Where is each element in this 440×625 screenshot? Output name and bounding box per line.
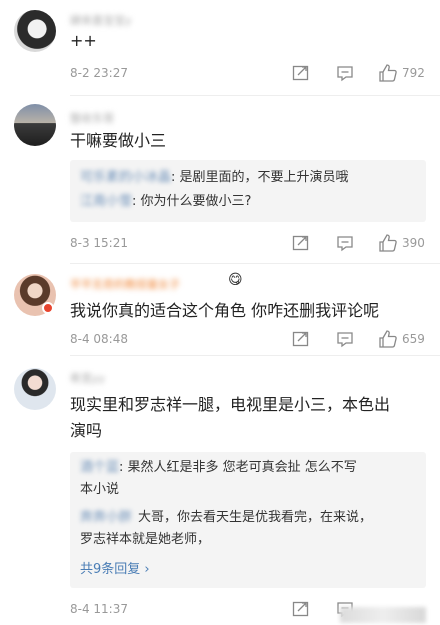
reply-box: 酒个蓝: 果然人红是非多 您老可真会扯 怎么不写 本小说 奔奔小胖 大哥，你去看天… — [70, 452, 426, 588]
reply-author[interactable]: 酒个蓝 — [80, 460, 119, 475]
reply-box: 可乐素的小冰晶: 是剧里面的，不要上升演员哦 江南小雪: 你为什么要做小三? — [70, 160, 426, 222]
reply-text: 大哥，你去看天生是优我看完，在来说， — [138, 510, 373, 525]
comment-1: 肆来喜宝宝y ++ 8-2 23:27 792 — [0, 0, 440, 95]
share-icon — [292, 235, 309, 251]
thumbs-up-icon — [379, 234, 397, 252]
reply-author[interactable]: 江南小雪 — [80, 194, 132, 209]
share-button[interactable] — [292, 64, 310, 82]
comment-3: 平平无奇的教授童女子 😋 我说你真的适合这个角色 你咋还删我评论呢 8-4 08… — [0, 264, 440, 356]
reply-text: : 你为什么要做小三? — [132, 194, 252, 209]
timestamp: 8-4 11:37 — [70, 602, 128, 616]
like-button[interactable]: 659 — [378, 329, 425, 349]
reply-item[interactable]: 可乐素的小冰晶: 是剧里面的，不要上升演员哦 — [80, 168, 418, 188]
thumbs-up-icon — [379, 64, 397, 82]
share-button[interactable] — [292, 600, 310, 618]
reply-text: : 是剧里面的，不要上升演员哦 — [171, 170, 349, 185]
timestamp: 8-4 08:48 — [70, 332, 128, 346]
comment-button[interactable] — [336, 330, 354, 348]
comment-4: 希宽yy 现实里和罗志祥一腿，电视里是小三，本色出 演吗 酒个蓝: 果然人红是非… — [0, 356, 440, 625]
comment-icon — [337, 236, 353, 252]
share-icon — [292, 331, 309, 347]
share-icon — [292, 65, 309, 81]
comment-text: 我说你真的适合这个角色 你咋还删我评论呢 — [70, 301, 380, 320]
reply-item[interactable]: 江南小雪: 你为什么要做小三? — [80, 192, 418, 212]
watermark — [340, 607, 426, 623]
like-count: 659 — [402, 332, 425, 346]
comment-text-line-1: 现实里和罗志祥一腿，电视里是小三，本色出 — [70, 395, 391, 414]
reply-author[interactable]: 奔奔小胖 — [80, 510, 132, 525]
avatar[interactable] — [14, 104, 56, 146]
emoji: 😋 — [228, 272, 243, 288]
comment-2: 整收东哥 干嘛要做小三 可乐素的小冰晶: 是剧里面的，不要上升演员哦 江南小雪:… — [0, 96, 440, 264]
username[interactable]: 平平无奇的教授童女子 — [70, 276, 180, 292]
comment-button[interactable] — [336, 64, 354, 82]
username[interactable]: 肆来喜宝宝y — [70, 12, 132, 28]
comment-text: ++ — [70, 31, 97, 50]
like-button[interactable]: 792 — [378, 63, 425, 83]
reply-item[interactable]: 奔奔小胖 大哥，你去看天生是优我看完，在来说， — [80, 508, 418, 528]
username[interactable]: 整收东哥 — [70, 110, 114, 126]
more-replies-link[interactable]: 共9条回复 › — [80, 558, 150, 577]
share-button[interactable] — [292, 234, 310, 252]
share-button[interactable] — [292, 330, 310, 348]
username[interactable]: 希宽yy — [70, 370, 105, 386]
reply-text-continued: 本小说 — [80, 482, 120, 497]
share-icon — [292, 601, 309, 617]
like-count: 792 — [402, 66, 425, 80]
verified-badge — [42, 302, 54, 314]
comment-text-line-2: 演吗 — [70, 421, 103, 440]
reply-author[interactable]: 可乐素的小冰晶 — [80, 170, 171, 185]
reply-text: : 果然人红是非多 您老可真会扯 怎么不写 — [119, 460, 357, 475]
comment-icon — [337, 332, 353, 348]
reply-item[interactable]: 酒个蓝: 果然人红是非多 您老可真会扯 怎么不写 — [80, 458, 418, 478]
comment-text: 干嘛要做小三 — [70, 131, 167, 150]
like-button[interactable]: 390 — [378, 233, 425, 253]
reply-text-continued: 罗志祥本就是她老师， — [80, 532, 211, 547]
thumbs-up-icon — [379, 330, 397, 348]
avatar[interactable] — [14, 368, 56, 410]
timestamp: 8-3 15:21 — [70, 236, 128, 250]
comment-icon — [337, 66, 353, 82]
avatar[interactable] — [14, 10, 56, 52]
like-count: 390 — [402, 236, 425, 250]
comment-button[interactable] — [336, 234, 354, 252]
timestamp: 8-2 23:27 — [70, 66, 128, 80]
